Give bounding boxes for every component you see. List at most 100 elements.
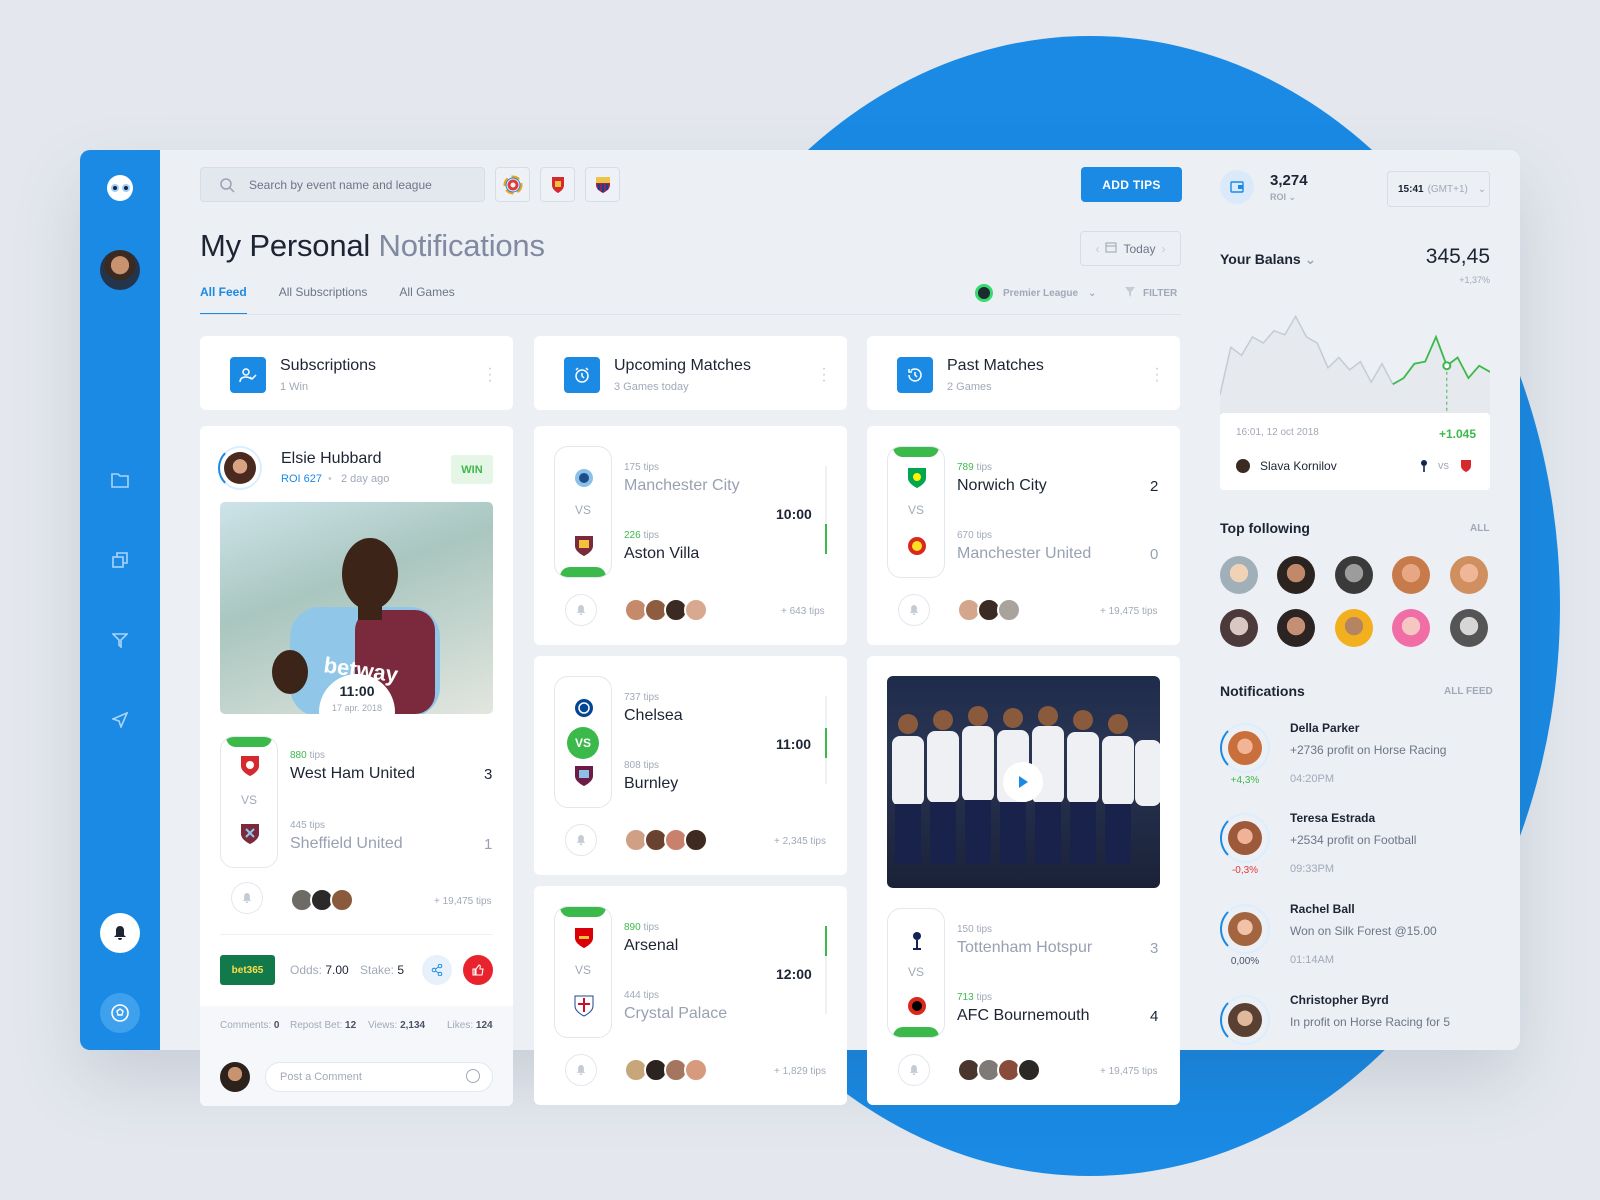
following-avatar[interactable] xyxy=(1220,556,1258,594)
notify-bell-icon[interactable] xyxy=(565,594,597,626)
top-following-all-link[interactable]: ALL xyxy=(1470,523,1489,534)
folder-icon[interactable] xyxy=(110,470,130,490)
match-video[interactable] xyxy=(887,676,1160,888)
following-avatar[interactable] xyxy=(1335,609,1373,647)
more-tips[interactable]: + 643 tips xyxy=(781,606,825,617)
more-tips[interactable]: + 2,345 tips xyxy=(774,836,826,847)
notify-bell-icon[interactable] xyxy=(898,594,930,626)
copy-icon[interactable] xyxy=(110,550,130,570)
balance-chart[interactable] xyxy=(1220,300,1490,415)
away-team[interactable]: AFC Bournemouth xyxy=(957,1007,1090,1025)
notify-bell-icon[interactable] xyxy=(565,824,597,856)
play-icon[interactable] xyxy=(1003,762,1043,802)
bookmaker-logo[interactable]: bet365 xyxy=(220,955,275,985)
tipster-avatars[interactable] xyxy=(624,828,708,852)
following-avatar[interactable] xyxy=(1392,609,1430,647)
notifications-all-feed-link[interactable]: ALL FEED xyxy=(1444,686,1493,697)
user-avatar[interactable] xyxy=(100,250,140,290)
home-team[interactable]: Norwich City xyxy=(957,477,1047,495)
notify-bell-icon[interactable] xyxy=(231,882,263,914)
tipster-avatars[interactable] xyxy=(624,1058,708,1082)
tab-all-subscriptions[interactable]: All Subscriptions xyxy=(279,285,368,299)
calendar-icon xyxy=(1105,241,1117,256)
avatar[interactable] xyxy=(1017,1058,1041,1082)
avatar[interactable] xyxy=(330,888,354,912)
following-avatar[interactable] xyxy=(1392,556,1430,594)
following-avatar[interactable] xyxy=(1277,609,1315,647)
filter-button[interactable]: FILTER xyxy=(1125,287,1177,300)
following-avatar[interactable] xyxy=(1277,556,1315,594)
laliga-logo-icon[interactable] xyxy=(495,167,530,202)
vs-label: VS xyxy=(574,963,591,977)
share-icon[interactable] xyxy=(422,955,452,985)
chevron-right-icon[interactable]: › xyxy=(1162,242,1166,256)
comment-input[interactable]: Post a Comment xyxy=(265,1062,493,1092)
add-tips-button[interactable]: ADD TIPS xyxy=(1081,167,1182,202)
following-avatar[interactable] xyxy=(1220,609,1258,647)
more-icon[interactable]: · · · xyxy=(821,361,827,389)
home-team[interactable]: West Ham United xyxy=(290,765,415,783)
avatar[interactable] xyxy=(997,598,1021,622)
away-team[interactable]: Manchester United xyxy=(957,545,1091,563)
upcoming-match-card[interactable]: VS 890 tips Arsenal 12:00 444 tips Cryst… xyxy=(534,886,847,1105)
emoji-icon[interactable] xyxy=(466,1069,480,1083)
notify-bell-icon[interactable] xyxy=(898,1054,930,1086)
more-tips[interactable]: + 19,475 tips xyxy=(1100,606,1158,617)
tab-all-games[interactable]: All Games xyxy=(399,285,454,299)
send-icon[interactable] xyxy=(110,710,130,730)
more-tips[interactable]: + 19,475 tips xyxy=(434,896,492,907)
upcoming-match-card[interactable]: VS 737 tips Chelsea 11:00 808 tips Burnl… xyxy=(534,656,847,875)
balance-label[interactable]: Your Balans ⌄ xyxy=(1220,251,1316,268)
upcoming-match-card[interactable]: VS 175 tips Manchester City 10:00 226 ti… xyxy=(534,426,847,645)
post-user-name[interactable]: Elsie Hubbard xyxy=(281,450,382,468)
bell-icon[interactable] xyxy=(100,913,140,953)
away-team[interactable]: Sheffield United xyxy=(290,835,403,853)
filter-icon[interactable] xyxy=(110,630,130,650)
away-team[interactable]: Crystal Palace xyxy=(624,1005,727,1023)
chevron-left-icon[interactable]: ‹ xyxy=(1095,242,1099,256)
tooltip-user[interactable]: Slava Kornilov xyxy=(1260,459,1337,473)
wallet-icon[interactable] xyxy=(1220,170,1254,204)
like-icon[interactable] xyxy=(463,955,493,985)
leading-indicator xyxy=(893,1027,939,1037)
tipster-avatars[interactable] xyxy=(624,598,708,622)
away-team[interactable]: Burnley xyxy=(624,775,678,793)
liverpool-logo-icon[interactable] xyxy=(540,167,575,202)
past-match-card[interactable]: VS 789 tips Norwich City 2 670 tips Manc… xyxy=(867,426,1180,645)
match-pill: VS xyxy=(887,446,945,578)
more-tips[interactable]: + 1,829 tips xyxy=(774,1066,826,1077)
following-avatar[interactable] xyxy=(1450,609,1488,647)
tipster-avatars[interactable] xyxy=(290,888,354,912)
avatar[interactable] xyxy=(684,1058,708,1082)
owl-logo-icon[interactable] xyxy=(107,175,133,201)
home-team[interactable]: Tottenham Hotspur xyxy=(957,939,1092,957)
home-team[interactable]: Chelsea xyxy=(624,707,683,725)
man-city-crest-icon xyxy=(575,469,593,487)
search-input[interactable]: Search by event name and league xyxy=(200,167,485,202)
tipster-avatars[interactable] xyxy=(957,1058,1041,1082)
roi-label[interactable]: ROI ⌄ xyxy=(1270,192,1296,203)
tipster-avatars[interactable] xyxy=(957,598,1021,622)
more-icon[interactable]: · · · xyxy=(487,361,493,389)
home-team[interactable]: Arsenal xyxy=(624,937,678,955)
notify-bell-icon[interactable] xyxy=(565,1054,597,1086)
following-avatar[interactable] xyxy=(1450,556,1488,594)
more-tips[interactable]: + 19,475 tips xyxy=(1100,1066,1158,1077)
more-icon[interactable]: · · · xyxy=(1154,361,1160,389)
date-picker[interactable]: ‹ Today › xyxy=(1080,231,1181,266)
chart-highlight-point[interactable] xyxy=(1442,361,1452,371)
timezone-select[interactable]: 15:41 (GMT+1) ⌄ xyxy=(1387,171,1490,207)
post-user-avatar[interactable] xyxy=(224,452,256,484)
league-select[interactable]: Premier League ⌄ xyxy=(975,284,1096,302)
football-icon[interactable] xyxy=(100,993,140,1033)
avatar[interactable] xyxy=(684,598,708,622)
vs-live-badge: VS xyxy=(567,727,599,759)
tab-all-feed[interactable]: All Feed xyxy=(200,285,247,315)
barcelona-logo-icon[interactable] xyxy=(585,167,620,202)
home-team[interactable]: Manchester City xyxy=(624,477,740,495)
away-team[interactable]: Aston Villa xyxy=(624,545,699,563)
following-avatar[interactable] xyxy=(1335,556,1373,594)
avatar[interactable] xyxy=(684,828,708,852)
notification-item[interactable]: Christopher Byrd In profit on Horse Raci… xyxy=(1200,990,1520,1050)
past-match-video-card[interactable]: VS 150 tips Tottenham Hotspur 3 713 tips… xyxy=(867,656,1180,1105)
